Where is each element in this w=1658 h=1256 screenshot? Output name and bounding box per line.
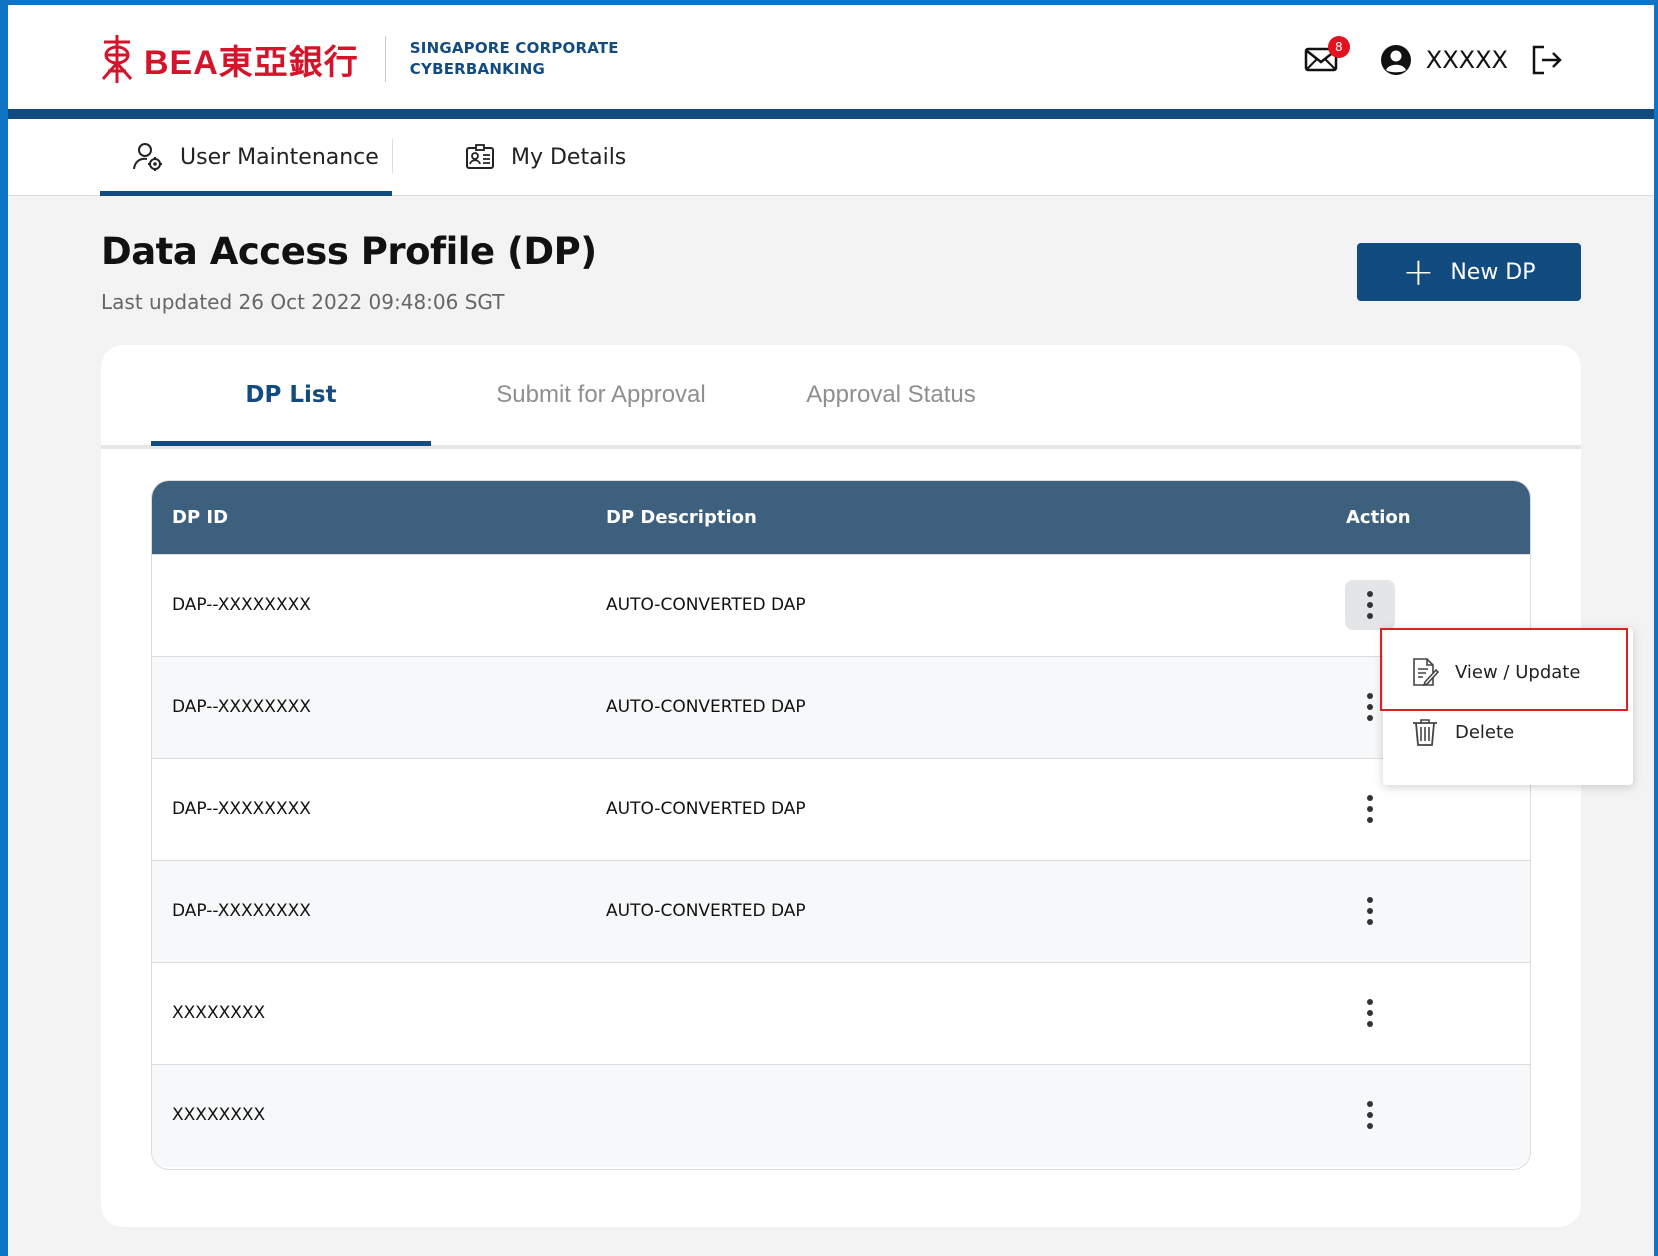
row-actions-menu: View / Update Delete — [1383, 628, 1633, 785]
bank-logo[interactable]: BEA東亞銀行 SINGAPORE CORPORATE CYBERBANKING — [100, 30, 619, 88]
row-actions-button[interactable] — [1345, 784, 1395, 834]
table-header: DP ID DP Description Action — [152, 481, 1530, 554]
logo-divider — [384, 36, 386, 82]
page-title: Data Access Profile (DP) — [101, 230, 597, 273]
new-dp-label: New DP — [1450, 259, 1536, 285]
menu-item-delete[interactable]: Delete — [1383, 702, 1633, 762]
logout-icon[interactable] — [1530, 43, 1564, 77]
column-header-action: Action — [1346, 507, 1411, 528]
unread-count-badge: 8 — [1327, 36, 1350, 58]
last-updated-text: Last updated 26 Oct 2022 09:48:06 SGT — [101, 290, 505, 314]
column-header-dp-description: DP Description — [606, 507, 757, 528]
user-avatar-icon[interactable] — [1380, 44, 1412, 76]
dp-id-cell: XXXXXXXX — [172, 1105, 266, 1125]
dp-description-cell: AUTO-CONVERTED DAP — [606, 595, 806, 615]
plus-icon: + — [1402, 250, 1435, 294]
new-dp-button[interactable]: + New DP — [1357, 243, 1581, 301]
table-row: XXXXXXXX — [152, 962, 1530, 1065]
tab-submit-for-approval[interactable]: Submit for Approval — [481, 345, 721, 445]
column-header-dp-id: DP ID — [172, 507, 229, 528]
brand-name: BEA東亞銀行 — [144, 43, 359, 82]
portal-name-line2: CYBERBANKING — [409, 60, 545, 78]
tab-active-indicator — [151, 441, 431, 446]
header-actions: 8 XXXXX — [1304, 35, 1564, 85]
dp-description-cell: AUTO-CONVERTED DAP — [606, 799, 806, 819]
row-actions-button[interactable] — [1345, 1090, 1395, 1140]
portal-name-line1: SINGAPORE CORPORATE — [409, 39, 619, 57]
top-header: BEA東亞銀行 SINGAPORE CORPORATE CYBERBANKING… — [8, 5, 1654, 119]
table-row: XXXXXXXX — [152, 1064, 1530, 1167]
dp-id-cell: DAP--XXXXXXXX — [172, 697, 311, 717]
bea-emblem-icon — [101, 35, 133, 83]
table-row: DAP--XXXXXXXX AUTO-CONVERTED DAP — [152, 554, 1530, 657]
portal-name: SINGAPORE CORPORATE CYBERBANKING — [410, 38, 619, 80]
row-actions-button[interactable] — [1345, 886, 1395, 936]
nav-active-indicator — [100, 191, 392, 196]
tab-dp-list[interactable]: DP List — [151, 345, 431, 445]
menu-item-label: Delete — [1455, 721, 1515, 743]
dp-id-cell: XXXXXXXX — [172, 1003, 266, 1023]
menu-item-view-update[interactable]: View / Update — [1383, 642, 1633, 702]
main-nav: User Maintenance My Details — [8, 119, 1654, 196]
nav-item-label: User Maintenance — [180, 144, 379, 170]
nav-item-my-details[interactable]: My Details — [465, 119, 626, 195]
app-frame: BEA東亞銀行 SINGAPORE CORPORATE CYBERBANKING… — [8, 5, 1654, 1256]
dp-id-cell: DAP--XXXXXXXX — [172, 595, 311, 615]
nav-item-label: My Details — [511, 144, 627, 170]
dp-tabs: DP List Submit for Approval Approval Sta… — [101, 345, 1581, 449]
dp-description-cell: AUTO-CONVERTED DAP — [606, 901, 806, 921]
nav-divider — [392, 139, 393, 173]
dp-description-cell: AUTO-CONVERTED DAP — [606, 697, 806, 717]
table-row: DAP--XXXXXXXX AUTO-CONVERTED DAP — [152, 656, 1530, 759]
messages-button[interactable]: 8 — [1304, 36, 1350, 75]
row-actions-button[interactable] — [1345, 580, 1395, 630]
row-actions-button[interactable] — [1345, 988, 1395, 1038]
nav-item-user-maintenance[interactable]: User Maintenance — [132, 119, 379, 195]
dp-card: DP List Submit for Approval Approval Sta… — [101, 345, 1581, 1227]
user-settings-icon — [133, 143, 162, 171]
dp-table: DP ID DP Description Action DAP--XXXXXXX… — [151, 480, 1531, 1170]
table-row: DAP--XXXXXXXX AUTO-CONVERTED DAP — [152, 860, 1530, 963]
table-row: DAP--XXXXXXXX AUTO-CONVERTED DAP — [152, 758, 1530, 861]
dp-id-cell: DAP--XXXXXXXX — [172, 799, 311, 819]
trash-icon — [1413, 719, 1437, 746]
menu-item-label: View / Update — [1455, 661, 1581, 683]
username[interactable]: XXXXX — [1426, 46, 1508, 74]
document-edit-icon — [1413, 658, 1439, 687]
dp-id-cell: DAP--XXXXXXXX — [172, 901, 311, 921]
id-card-icon — [466, 144, 494, 169]
tab-approval-status[interactable]: Approval Status — [791, 345, 991, 445]
